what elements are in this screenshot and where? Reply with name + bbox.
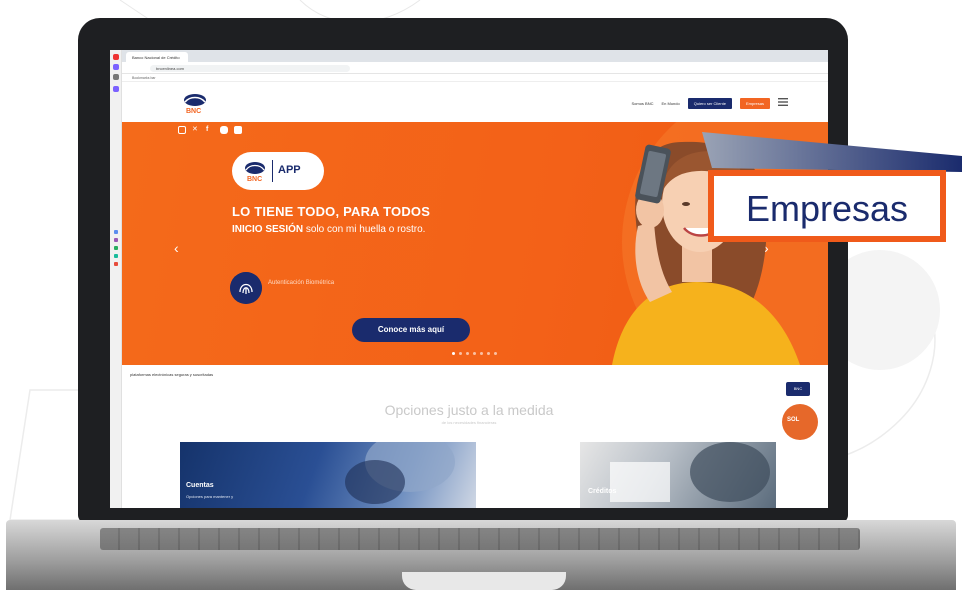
callout-box: Empresas <box>708 170 946 242</box>
stage: Banco Nacional de Crédito bncenlinea.com… <box>0 0 962 590</box>
callout-text: Empresas <box>745 188 909 229</box>
callout-pointer <box>702 132 962 172</box>
callout-inner: Empresas <box>714 176 940 236</box>
